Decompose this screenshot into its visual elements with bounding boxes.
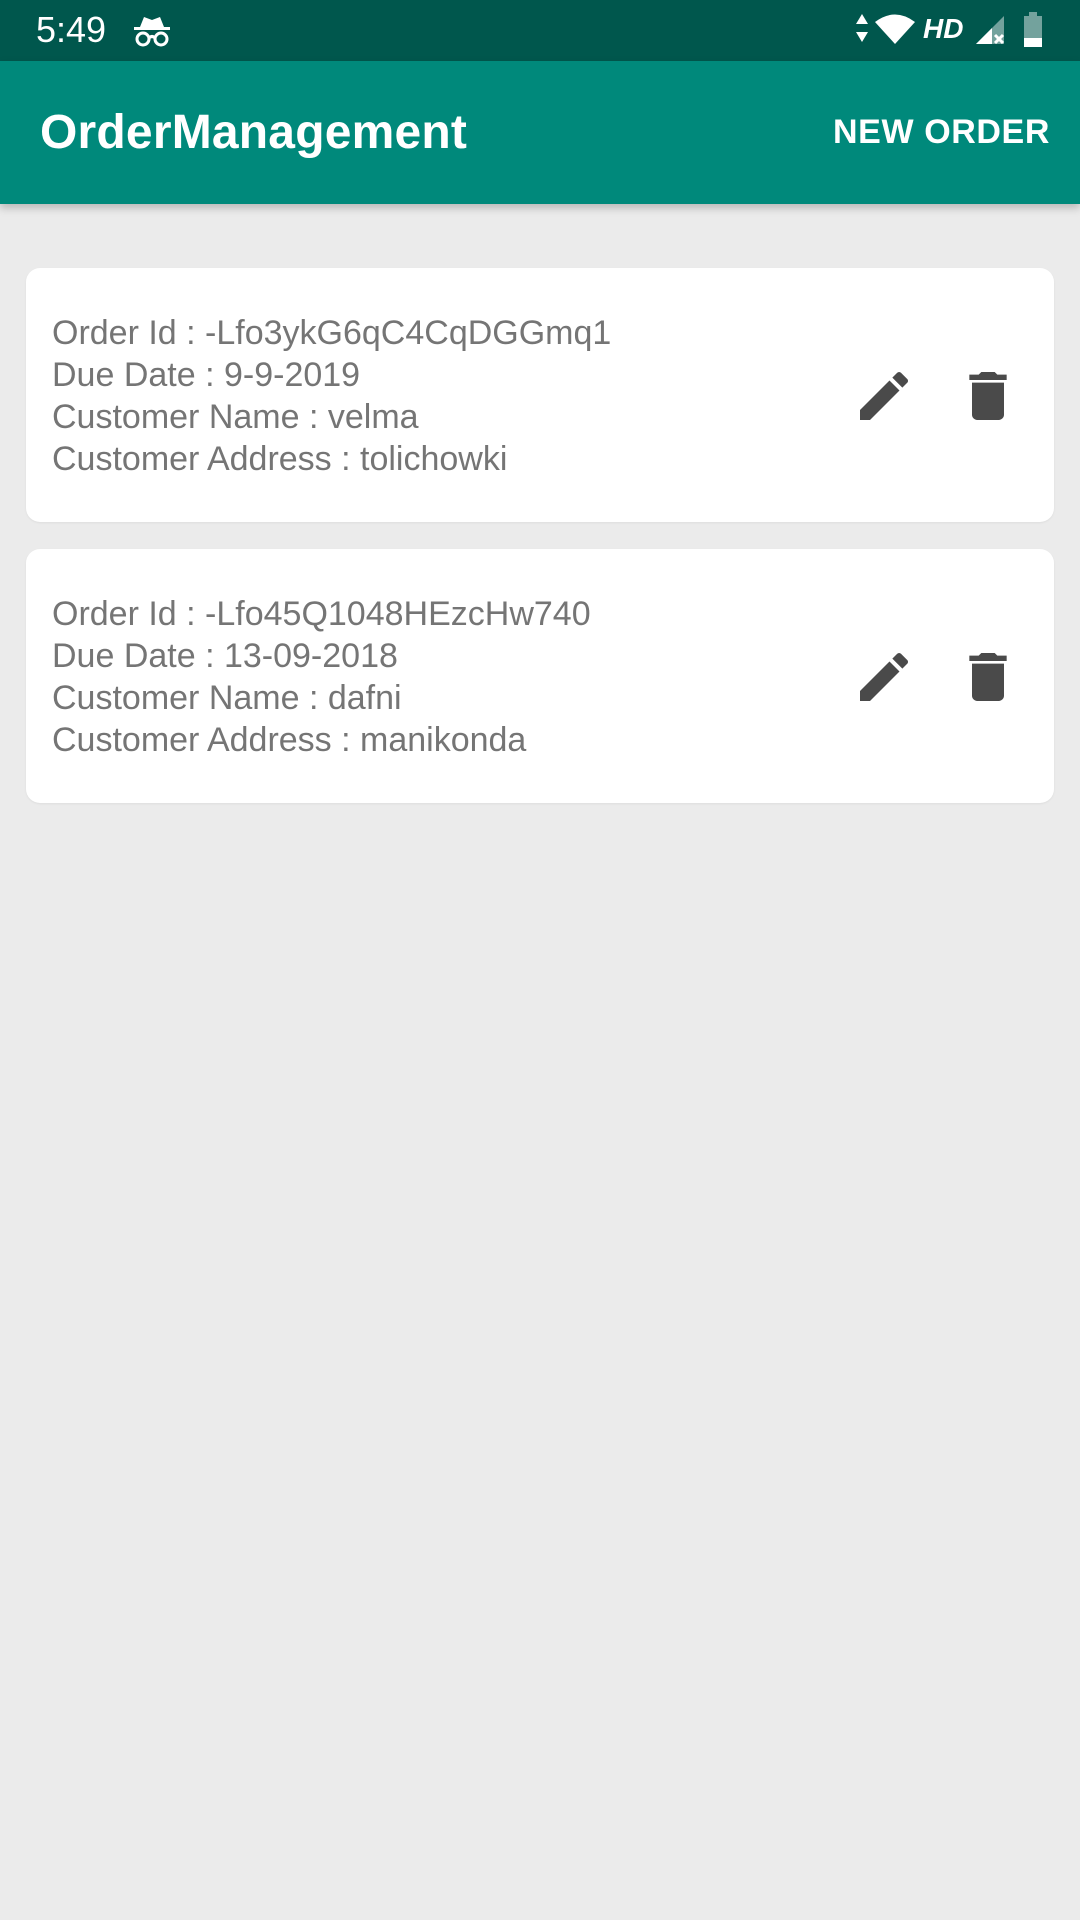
delete-order-button[interactable] [956, 364, 1020, 428]
order-id: Order Id : -Lfo3ykG6qC4CqDGGmq1 [52, 314, 612, 352]
edit-order-button[interactable] [852, 645, 916, 709]
customer-address: Customer Address : tolichowki [52, 440, 508, 478]
edit-order-button[interactable] [852, 364, 916, 428]
delete-order-button[interactable] [956, 645, 1020, 709]
app-bar: OrderManagement NEW ORDER [0, 61, 1080, 204]
customer-name: Customer Name : dafni [52, 679, 402, 717]
signal-icon [976, 16, 1005, 45]
order-details: Order Id : -Lfo45Q1048HEzcHw740 Due Date… [52, 593, 591, 761]
order-details: Order Id : -Lfo3ykG6qC4CqDGGmq1 Due Date… [52, 312, 611, 480]
customer-name: Customer Name : velma [52, 398, 419, 436]
status-bar: 5:49 HD [0, 0, 1080, 61]
incognito-icon [134, 17, 170, 47]
new-order-button[interactable]: NEW ORDER [833, 111, 1050, 153]
wifi-icon [875, 14, 915, 44]
network-type-label: HD [923, 13, 964, 44]
order-card: Order Id : -Lfo3ykG6qC4CqDGGmq1 Due Date… [26, 268, 1054, 522]
status-time: 5:49 [36, 9, 107, 50]
order-card: Order Id : -Lfo45Q1048HEzcHw740 Due Date… [26, 549, 1054, 803]
battery-icon [1024, 12, 1042, 47]
order-id: Order Id : -Lfo45Q1048HEzcHw740 [52, 595, 591, 633]
app-title: OrderManagement [40, 106, 468, 159]
trash-icon [969, 372, 1007, 420]
due-date: Due Date : 13-09-2018 [52, 637, 398, 675]
due-date: Due Date : 9-9-2019 [52, 356, 361, 394]
order-list: Order Id : -Lfo3ykG6qC4CqDGGmq1 Due Date… [26, 268, 1054, 830]
pencil-icon [860, 652, 909, 701]
trash-icon [969, 653, 1007, 701]
pencil-icon [860, 371, 909, 420]
customer-address: Customer Address : manikonda [52, 721, 527, 759]
data-arrows-icon [856, 14, 868, 42]
